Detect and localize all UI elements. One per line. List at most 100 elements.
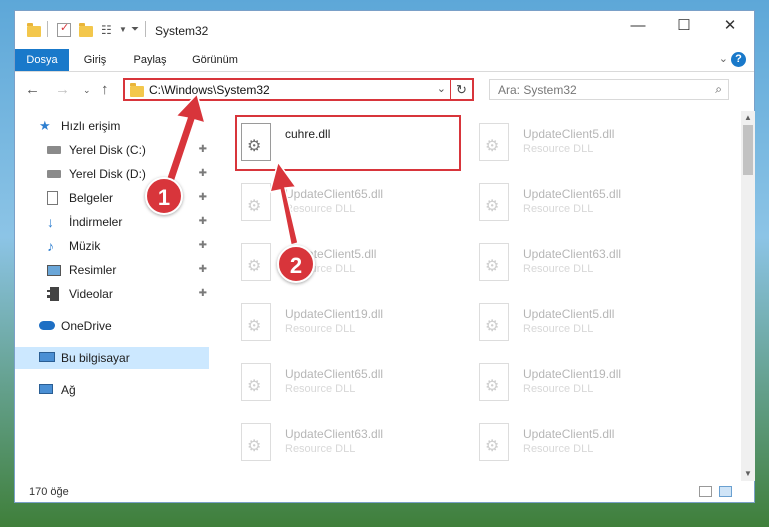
step-badge-1: 1 <box>145 177 183 215</box>
dll-file-icon <box>241 303 271 341</box>
pin-icon[interactable]: ✚ <box>199 259 207 281</box>
file-type: Resource DLL <box>523 143 594 155</box>
toolbar-divider <box>47 21 48 37</box>
customize-toolbar-icon[interactable]: ⏷ <box>131 23 145 37</box>
cloud-icon <box>39 321 55 330</box>
status-bar: 170 öğe <box>15 481 754 503</box>
minimize-button[interactable]: — <box>615 11 661 41</box>
window-title: System32 <box>155 24 209 38</box>
chevron-down-icon[interactable]: ⌄ <box>437 82 446 95</box>
sidebar-item-downloads[interactable]: ↓ İndirmeler ✚ <box>15 211 209 233</box>
new-folder-icon[interactable] <box>79 23 93 37</box>
file-item[interactable]: UpdateClient19.dll Resource DLL <box>475 357 705 413</box>
refresh-icon[interactable]: ↻ <box>450 80 472 99</box>
sidebar-item-onedrive[interactable]: OneDrive <box>15 315 209 337</box>
file-name: UpdateClient19.dll <box>523 367 622 381</box>
arrow-left-icon[interactable]: ← <box>25 81 40 98</box>
expand-ribbon-icon[interactable]: ⌄ <box>719 52 728 65</box>
file-type: Resource DLL <box>285 323 356 335</box>
tab-dosya[interactable]: Dosya <box>15 49 69 71</box>
search-placeholder: Ara: System32 <box>498 83 577 97</box>
quick-access-toolbar-icon[interactable]: ☷ <box>101 23 115 37</box>
sidebar-item-quick-access[interactable]: ★ Hızlı erişim <box>15 115 209 137</box>
address-bar[interactable]: C:\Windows\System32 ⌄ ↻ <box>123 78 474 101</box>
sidebar-item-local-disk-d[interactable]: Yerel Disk (D:) ✚ <box>15 163 209 185</box>
sidebar-item-local-disk-c[interactable]: Yerel Disk (C:) ✚ <box>15 139 209 161</box>
sidebar-item-music[interactable]: ♪ Müzik ✚ <box>15 235 209 257</box>
vertical-scrollbar[interactable]: ▲ ▼ <box>741 111 755 481</box>
sidebar-item-label: İndirmeler <box>69 215 123 229</box>
scroll-down-icon[interactable]: ▼ <box>741 467 755 481</box>
file-item[interactable]: UpdateClient5.dll Resource DLL <box>475 417 705 473</box>
drive-icon <box>47 146 61 154</box>
close-button[interactable]: ✕ <box>707 11 753 41</box>
step-badge-2: 2 <box>277 245 315 283</box>
file-item[interactable]: UpdateClient65.dll Resource DLL <box>475 177 705 233</box>
download-icon: ↓ <box>47 214 54 230</box>
file-name: UpdateClient19.dll <box>285 307 384 321</box>
search-input[interactable]: Ara: System32 ⌕ <box>489 79 729 100</box>
tab-paylas[interactable]: Paylaş <box>125 49 175 71</box>
large-icons-view-icon[interactable] <box>719 486 732 497</box>
file-type: Resource DLL <box>285 203 356 215</box>
pin-icon[interactable]: ✚ <box>199 283 207 305</box>
pictures-icon <box>47 265 61 276</box>
videos-icon <box>47 287 59 301</box>
file-type: Resource DLL <box>523 443 594 455</box>
sidebar-item-network[interactable]: Ağ <box>15 379 209 401</box>
file-item[interactable]: UpdateClient65.dll Resource DLL <box>237 177 467 233</box>
pin-icon[interactable]: ✚ <box>199 163 207 185</box>
navigation-pane: ★ Hızlı erişim Yerel Disk (C:) ✚ Yerel D… <box>15 111 211 481</box>
file-item[interactable]: UpdateClient19.dll Resource DLL <box>237 297 467 353</box>
pin-icon[interactable]: ✚ <box>199 235 207 257</box>
file-name: UpdateClient5.dll <box>523 127 615 141</box>
item-count: 170 öğe <box>29 486 69 498</box>
details-view-icon[interactable] <box>699 486 712 497</box>
sidebar-item-label: Videolar <box>69 287 113 301</box>
file-item[interactable]: UpdateClient65.dll Resource DLL <box>237 357 467 413</box>
arrow-right-icon[interactable]: → <box>55 81 70 98</box>
arrow-up-icon[interactable]: ↑ <box>101 81 109 98</box>
properties-icon[interactable]: ✓ <box>57 22 71 37</box>
sidebar-item-label: OneDrive <box>61 319 112 333</box>
help-icon[interactable]: ? <box>731 52 746 67</box>
pin-icon[interactable]: ✚ <box>199 187 207 209</box>
file-name: UpdateClient65.dll <box>285 367 384 381</box>
file-item[interactable]: UpdateClient5.dll Resource DLL <box>475 297 705 353</box>
sidebar-item-label: Resimler <box>69 263 117 277</box>
dll-file-icon <box>479 303 509 341</box>
title-bar: ✓ ☷ ▼ ⏷ System32 — ☐ ✕ <box>15 11 754 49</box>
tab-gorunum[interactable]: Görünüm <box>185 49 245 71</box>
address-path[interactable]: C:\Windows\System32 <box>149 83 270 97</box>
dll-file-icon <box>241 243 271 281</box>
dll-file-icon <box>479 423 509 461</box>
file-item[interactable]: UpdateClient63.dll Resource DLL <box>475 237 705 293</box>
file-name: UpdateClient63.dll <box>285 427 384 441</box>
scroll-thumb[interactable] <box>743 125 753 175</box>
sidebar-item-label: Bu bilgisayar <box>61 351 130 365</box>
tab-giris[interactable]: Giriş <box>75 49 115 71</box>
file-item[interactable]: UpdateClient63.dll Resource DLL <box>237 417 467 473</box>
pin-icon[interactable]: ✚ <box>199 211 207 233</box>
dll-file-icon <box>241 123 271 161</box>
sidebar-item-videos[interactable]: Videolar ✚ <box>15 283 209 305</box>
file-name: UpdateClient65.dll <box>523 187 622 201</box>
file-item-cuhre-dll[interactable]: cuhre.dll <box>235 115 467 173</box>
dll-file-icon <box>241 423 271 461</box>
sidebar-item-this-pc[interactable]: Bu bilgisayar <box>15 347 209 369</box>
file-type: Resource DLL <box>523 323 594 335</box>
dll-file-icon <box>241 183 271 221</box>
file-list: cuhre.dll UpdateClient65.dll Resource DL… <box>213 111 741 481</box>
scroll-up-icon[interactable]: ▲ <box>741 111 755 125</box>
drive-icon <box>47 170 61 178</box>
search-icon[interactable]: ⌕ <box>715 82 722 97</box>
file-item[interactable]: UpdateClient5.dll Resource DLL <box>475 117 705 173</box>
pin-icon[interactable]: ✚ <box>199 139 207 161</box>
maximize-button[interactable]: ☐ <box>661 11 707 41</box>
file-type: Resource DLL <box>523 383 594 395</box>
dll-file-icon <box>241 363 271 401</box>
file-item[interactable]: UpdateClient5.dll Resource DLL <box>237 237 467 293</box>
file-name: UpdateClient5.dll <box>523 427 615 441</box>
recent-locations-chevron-icon[interactable]: ⌄ <box>83 85 91 96</box>
sidebar-item-pictures[interactable]: Resimler ✚ <box>15 259 209 281</box>
